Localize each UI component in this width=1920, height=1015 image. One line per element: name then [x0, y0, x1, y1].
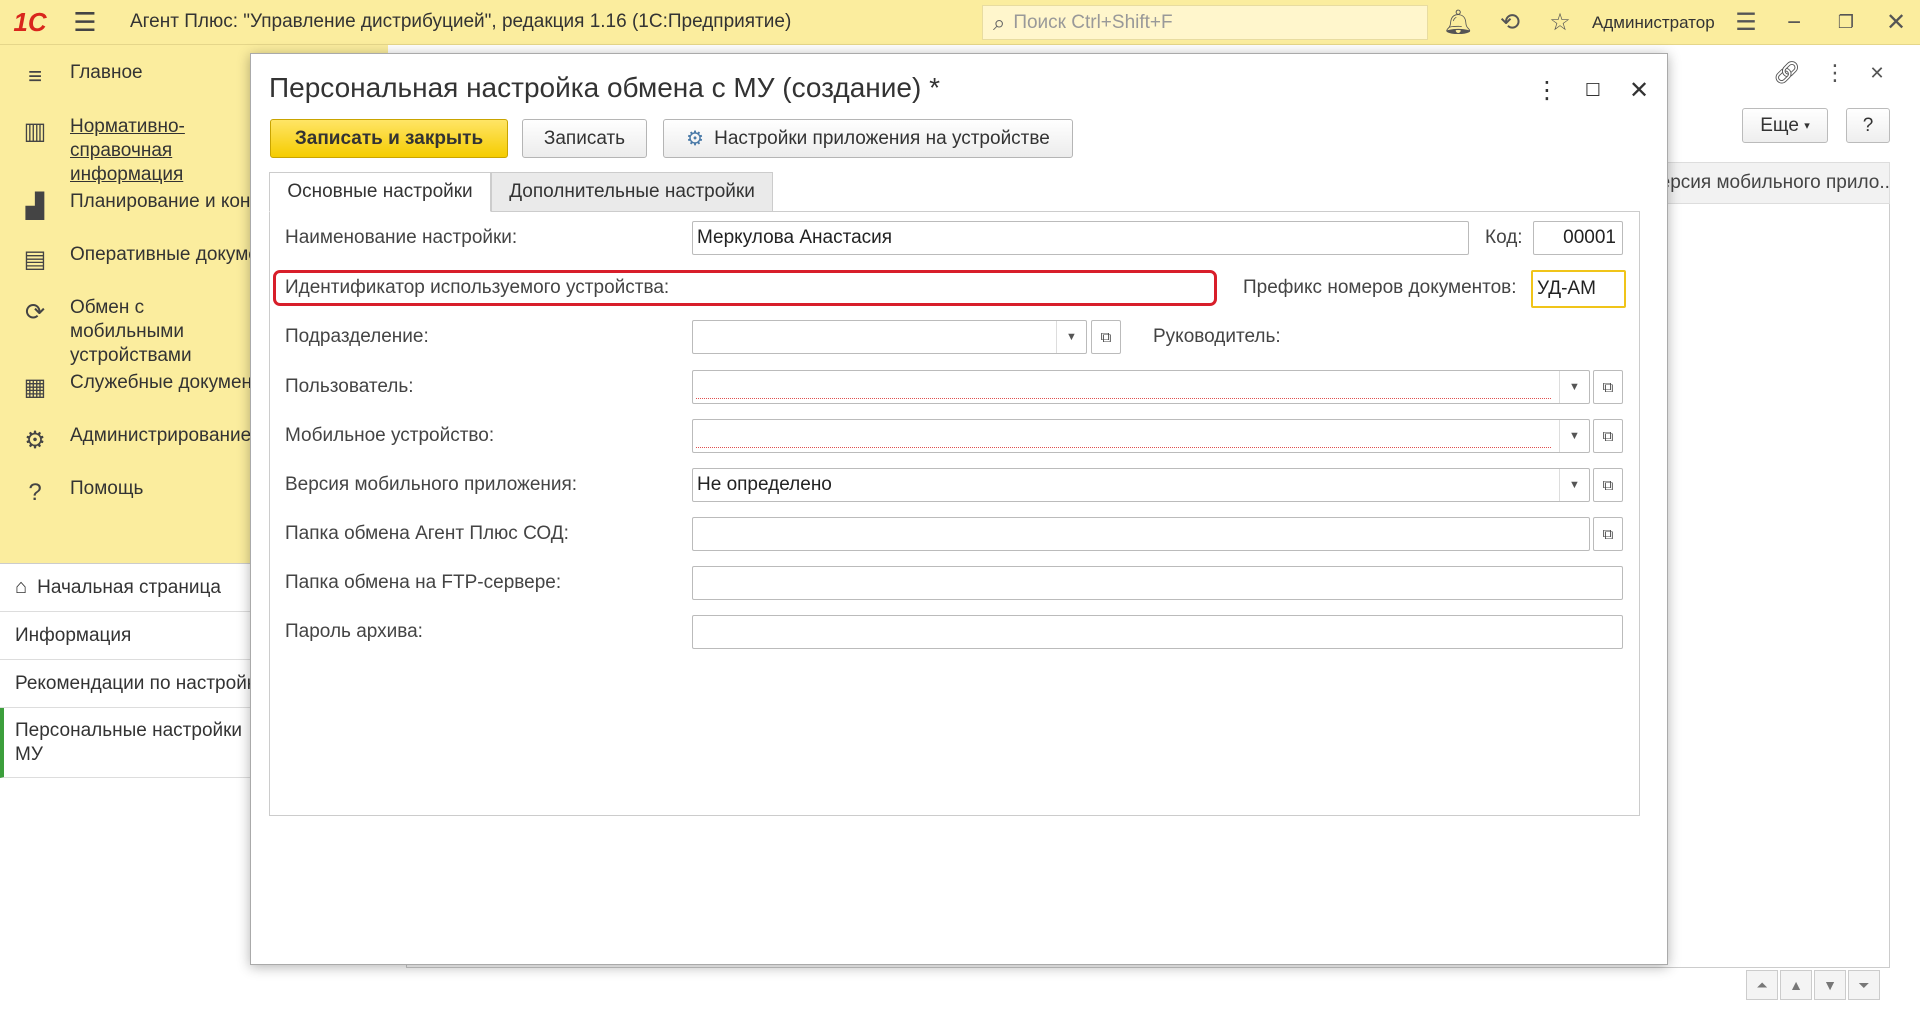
bell-icon[interactable]: 🔔︎	[1438, 0, 1478, 45]
name-input[interactable]: Меркулова Анастасия	[692, 221, 1469, 255]
top-bar: 1С ☰ Агент Плюс: "Управление дистрибуцие…	[0, 0, 1920, 45]
close-icon[interactable]: ✕	[1621, 72, 1657, 108]
code-label: Код:	[1485, 227, 1523, 248]
sidebar-item-label: Оперативные документы	[70, 244, 250, 265]
sidebar-item-label: Нормативно-справочная информация	[70, 116, 185, 185]
chart-icon: ▟	[25, 193, 45, 220]
open-app-version-icon[interactable]: ⧉	[1593, 468, 1623, 502]
more-label: Еще	[1760, 114, 1799, 136]
prefix-input[interactable]: УД-АМ	[1531, 270, 1626, 308]
open-item-label: Информация	[15, 624, 132, 646]
sidebar-item-label: Администрирование	[70, 425, 250, 446]
1c-logo[interactable]: 1С	[0, 0, 60, 45]
list-navigation: ⏶ ▲ ▼ ⏷	[1746, 970, 1880, 1000]
more-button[interactable]: Еще ▾	[1742, 108, 1828, 143]
division-select[interactable]: ▼	[692, 320, 1087, 354]
open-folder-icon[interactable]: ⧉	[1593, 517, 1623, 551]
device-select[interactable]: ▼	[692, 419, 1590, 453]
sidebar-item-label: Главное	[70, 62, 143, 83]
minimize-icon[interactable]: −	[1774, 0, 1814, 45]
sidebar-item-label: Обмен с мобильными устройствами	[70, 297, 192, 366]
device-settings-label: Настройки приложения на устройстве	[714, 127, 1050, 149]
sync-icon: ⟳	[24, 299, 46, 326]
open-item-label: Персональные настройки МУ	[15, 719, 243, 765]
settings-dialog: Персональная настройка обмена с МУ (созд…	[250, 53, 1668, 965]
help-icon: ?	[28, 479, 42, 506]
save-button[interactable]: Записать	[522, 119, 647, 158]
chevron-down-icon[interactable]: ▼	[1559, 469, 1589, 501]
documents-icon: ▤	[23, 246, 47, 273]
restore-icon[interactable]: ❐	[1826, 0, 1866, 45]
sidebar-item-label: Помощь	[70, 478, 144, 499]
tab-main-settings[interactable]: Основные настройки	[269, 172, 491, 212]
open-division-icon[interactable]: ⧉	[1091, 320, 1121, 354]
star-icon[interactable]: ☆	[1540, 0, 1580, 45]
ftp-folder-label: Папка обмена на FTP-сервере:	[285, 572, 562, 593]
maximize-icon[interactable]: ☐	[1575, 72, 1611, 108]
app-version-label: Версия мобильного приложения:	[285, 474, 578, 495]
app-version-select[interactable]: Не определено ▼	[692, 468, 1590, 502]
hamburger-icon: ≡	[27, 63, 42, 90]
history-icon[interactable]: ⟲	[1490, 0, 1530, 45]
user-select[interactable]: ▼	[692, 370, 1590, 404]
chevron-down-icon: ▾	[1804, 120, 1810, 132]
user-name[interactable]: Администратор	[1592, 0, 1715, 45]
close-form-icon[interactable]: ✕	[1862, 58, 1892, 88]
book-icon: ▥	[23, 118, 47, 145]
app-title: Агент Плюс: "Управление дистрибуцией", р…	[130, 11, 792, 32]
device-id-label: Идентификатор используемого устройства:	[285, 277, 670, 298]
gear-icon: ⚙	[24, 427, 46, 454]
tab-additional-settings[interactable]: Дополнительные настройки	[491, 172, 773, 212]
manager-label: Руководитель:	[1153, 326, 1281, 347]
division-label: Подразделение:	[285, 326, 429, 347]
next-page-icon[interactable]: ▼	[1814, 970, 1846, 1000]
main-menu-icon[interactable]: ☰	[60, 0, 110, 45]
first-page-icon[interactable]: ⏶	[1746, 970, 1778, 1000]
prefix-label: Префикс номеров документов:	[1243, 277, 1517, 298]
open-device-icon[interactable]: ⧉	[1593, 419, 1623, 453]
search-input[interactable]: ⌕ Поиск Ctrl+Shift+F	[982, 5, 1428, 40]
prev-page-icon[interactable]: ▲	[1780, 970, 1812, 1000]
open-item-label: Рекомендации по настройке	[15, 672, 266, 694]
more-vert-icon[interactable]: ⋮	[1529, 72, 1565, 108]
close-window-icon[interactable]: ✕	[1876, 0, 1916, 45]
ftp-folder-input[interactable]	[692, 566, 1623, 600]
device-label: Мобильное устройство:	[285, 425, 495, 446]
service-docs-icon: ▦	[23, 374, 47, 401]
open-item-label: Начальная страница	[37, 576, 221, 598]
chevron-down-icon[interactable]: ▼	[1559, 420, 1589, 452]
more-vert-icon[interactable]: ⋮	[1820, 58, 1850, 88]
chevron-down-icon[interactable]: ▼	[1056, 321, 1086, 353]
exchange-folder-label: Папка обмена Агент Плюс СОД:	[285, 523, 569, 544]
column-header[interactable]: Версия мобильного прило...	[1640, 162, 1890, 204]
help-button[interactable]: ?	[1846, 108, 1890, 143]
app-version-value: Не определено	[697, 474, 832, 495]
settings-menu-icon[interactable]: ☰	[1726, 0, 1766, 45]
code-input[interactable]: 00001	[1533, 221, 1623, 255]
gear-icon: ⚙	[686, 128, 705, 150]
search-icon: ⌕	[993, 9, 1006, 35]
archive-password-input[interactable]	[692, 615, 1623, 649]
open-user-icon[interactable]: ⧉	[1593, 370, 1623, 404]
last-page-icon[interactable]: ⏷	[1848, 970, 1880, 1000]
save-and-close-button[interactable]: Записать и закрыть	[270, 119, 508, 158]
device-settings-button[interactable]: ⚙ Настройки приложения на устройстве	[663, 119, 1073, 158]
search-placeholder: Поиск Ctrl+Shift+F	[1013, 11, 1173, 33]
archive-password-label: Пароль архива:	[285, 621, 423, 642]
home-icon: ⌂	[15, 576, 28, 598]
sidebar-item-label: Служебные документы	[70, 372, 250, 393]
user-label: Пользователь:	[285, 376, 414, 397]
name-label: Наименование настройки:	[285, 227, 518, 248]
sidebar-item-label: Планирование и контроль	[70, 191, 250, 212]
chevron-down-icon[interactable]: ▼	[1559, 371, 1589, 403]
exchange-folder-input[interactable]	[692, 517, 1590, 551]
link-icon[interactable]: 🔗︎	[1772, 58, 1802, 88]
dialog-title: Персональная настройка обмена с МУ (созд…	[269, 72, 940, 103]
